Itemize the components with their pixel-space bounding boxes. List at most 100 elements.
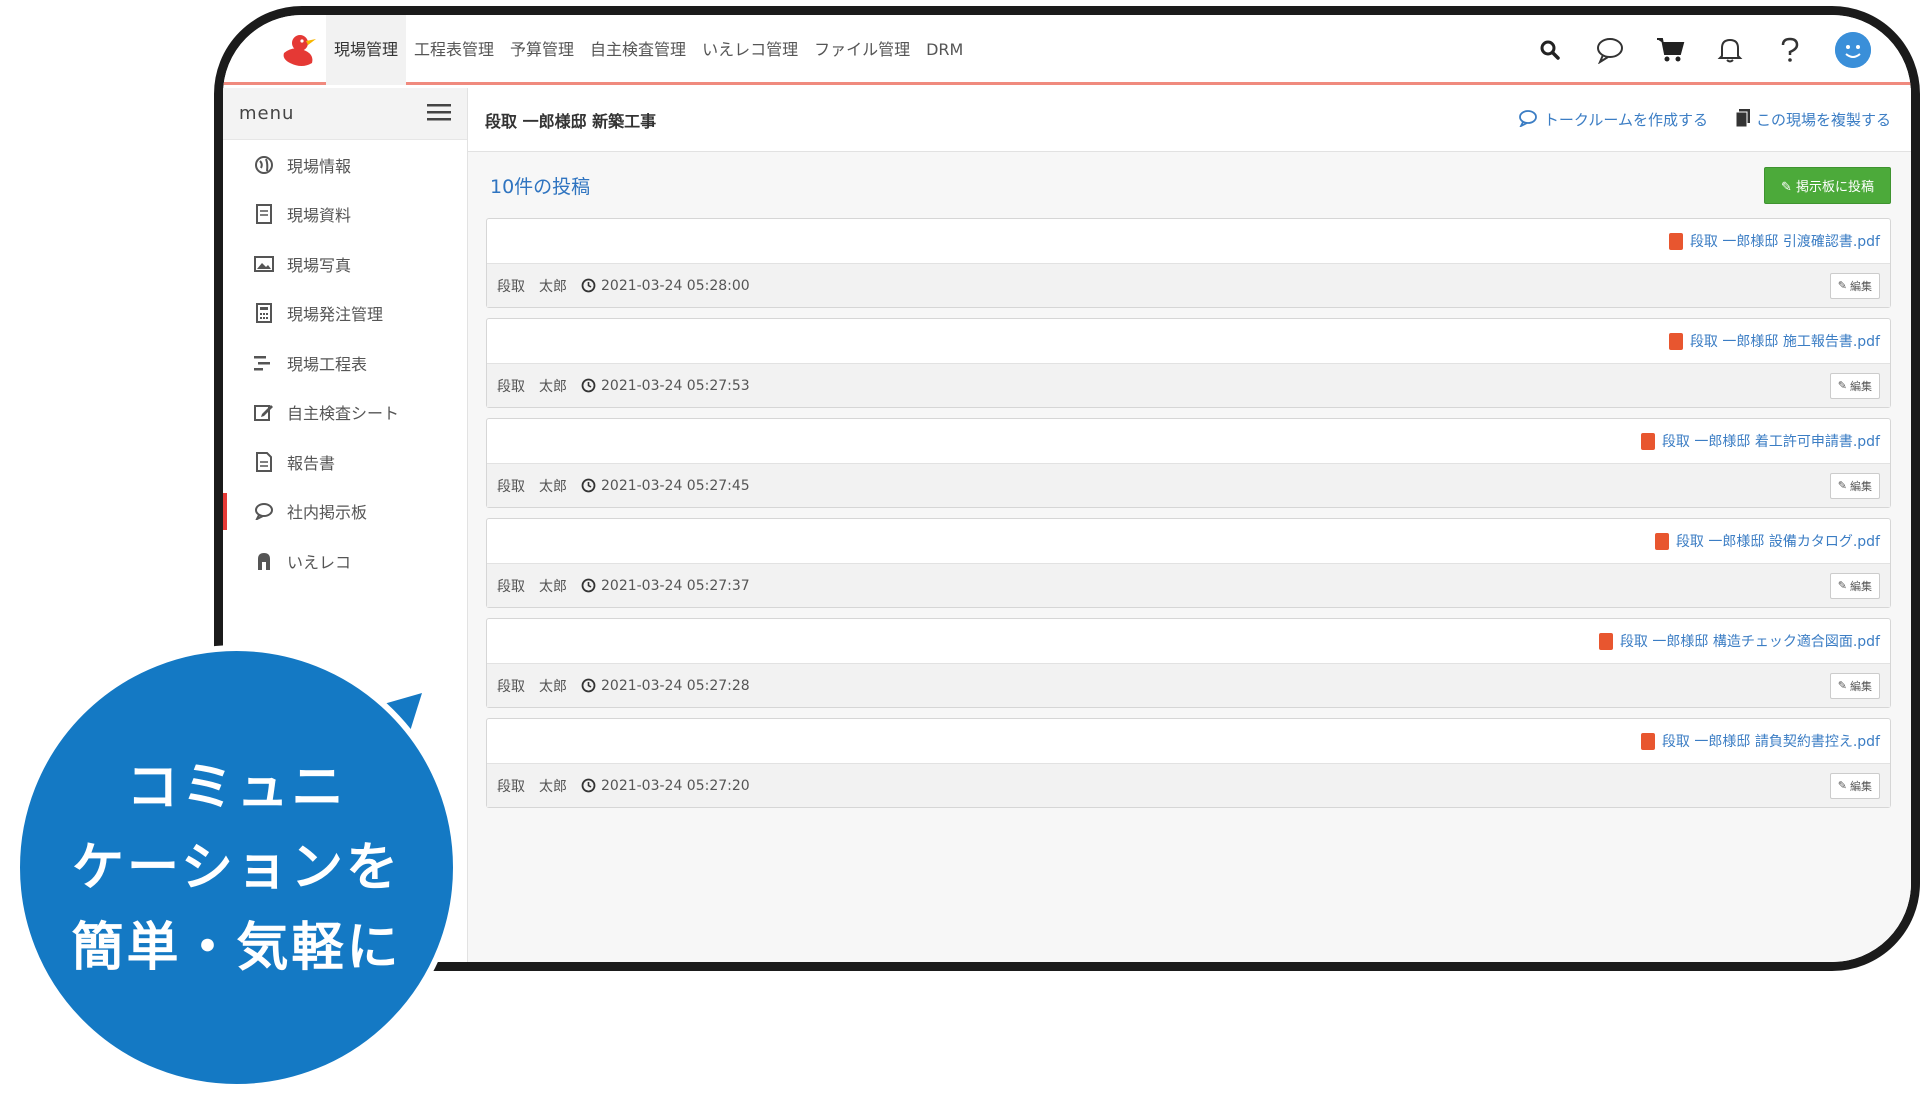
nav-item-schedule[interactable]: 工程表管理 (406, 15, 502, 85)
hamburger-icon[interactable] (427, 103, 451, 125)
attachment-filename: 段取 一郎様邸 施工報告書.pdf (1689, 334, 1880, 350)
nav-item-iereco[interactable]: いえレコ管理 (694, 15, 806, 85)
post-footer: 段取 太郎 2021-03-24 05:27:45 ✎ 編集 (487, 463, 1890, 507)
sidebar-item-board[interactable]: 社内掲示板 (223, 487, 467, 537)
post-author: 段取 太郎 (497, 278, 567, 295)
sidebar-item-label: 自主検査シート (287, 404, 400, 424)
edit-button[interactable]: ✎ 編集 (1829, 672, 1880, 699)
edit-icon: ✎ (1837, 579, 1847, 592)
post-attachments: 段取 一郎様邸 着工許可申請書.pdf (487, 419, 1890, 463)
edit-label: 編集 (1850, 579, 1872, 593)
edit-icon (253, 401, 275, 423)
main-content: 段取 一郎様邸 新築工事 トークルームを作成する この現場を複製する 10件の投… (468, 88, 1911, 962)
sidebar-item-label: いえレコ (287, 552, 352, 572)
edit-button[interactable]: ✎ 編集 (1829, 272, 1880, 299)
sidebar-item-orders[interactable]: 現場発注管理 (223, 289, 467, 339)
nav-item-budget[interactable]: 予算管理 (502, 15, 582, 85)
sidebar-item-label: 社内掲示板 (287, 503, 368, 523)
clock-icon (581, 278, 596, 293)
attachment-link[interactable]: 段取 一郎様邸 請負契約書控え.pdf (1640, 731, 1880, 751)
image-icon (253, 253, 275, 275)
post-timestamp: 2021-03-24 05:27:37 (601, 577, 750, 594)
clock-icon (581, 778, 596, 793)
nav-item-inspection[interactable]: 自主検査管理 (582, 15, 694, 85)
pencil-icon: ✎ (1780, 179, 1796, 195)
edit-button[interactable]: ✎ 編集 (1829, 572, 1880, 599)
attachment-filename: 段取 一郎様邸 設備カタログ.pdf (1675, 534, 1880, 550)
post-footer: 段取 太郎 2021-03-24 05:27:28 ✎ 編集 (487, 663, 1890, 707)
sidebar-item-site-photos[interactable]: 現場写真 (223, 239, 467, 289)
post-to-board-button[interactable]: ✎ 掲示板に投稿 (1763, 166, 1891, 204)
post-footer: 段取 太郎 2021-03-24 05:27:37 ✎ 編集 (487, 563, 1890, 607)
search-icon[interactable] (1535, 35, 1565, 65)
sidebar-item-site-info[interactable]: 現場情報 (223, 140, 467, 190)
sidebar-item-iereco[interactable]: いえレコ (223, 536, 467, 586)
bell-icon[interactable] (1715, 35, 1745, 65)
top-navbar: 現場管理 工程表管理 予算管理 自主検査管理 いえレコ管理 ファイル管理 DRM (223, 15, 1911, 85)
bubble-text-line: コミュニ (126, 757, 347, 818)
create-talk-room-label: トークルームを作成する (1543, 111, 1708, 129)
post-item: 段取 一郎様邸 請負契約書控え.pdf 段取 太郎 2021-03-24 05:… (486, 718, 1891, 808)
sidebar-item-site-docs[interactable]: 現場資料 (223, 190, 467, 240)
attachment-link[interactable]: 段取 一郎様邸 施工報告書.pdf (1668, 331, 1880, 351)
copy-site-link[interactable]: この現場を複製する (1735, 108, 1891, 131)
attachment-link[interactable]: 段取 一郎様邸 構造チェック適合図面.pdf (1598, 631, 1880, 651)
edit-button[interactable]: ✎ 編集 (1829, 472, 1880, 499)
help-icon[interactable] (1775, 35, 1805, 65)
pdf-icon (1598, 632, 1613, 650)
edit-icon: ✎ (1837, 679, 1847, 692)
device-frame: 現場管理 工程表管理 予算管理 自主検査管理 いえレコ管理 ファイル管理 DRM (214, 6, 1920, 971)
attachment-link[interactable]: 段取 一郎様邸 設備カタログ.pdf (1654, 531, 1880, 551)
app-logo[interactable] (278, 31, 320, 69)
sidebar-item-label: 報告書 (287, 453, 336, 473)
post-attachments: 段取 一郎様邸 引渡確認書.pdf (487, 219, 1890, 263)
edit-label: 編集 (1850, 379, 1872, 393)
post-footer: 段取 太郎 2021-03-24 05:27:20 ✎ 編集 (487, 763, 1890, 807)
sidebar-item-label: 現場工程表 (287, 354, 368, 374)
sidebar-item-schedule[interactable]: 現場工程表 (223, 338, 467, 388)
chat-icon[interactable] (1595, 35, 1625, 65)
edit-icon: ✎ (1837, 379, 1847, 392)
edit-label: 編集 (1850, 779, 1872, 793)
sidebar-item-report[interactable]: 報告書 (223, 437, 467, 487)
chat-icon (253, 500, 275, 522)
post-timestamp: 2021-03-24 05:27:45 (601, 477, 750, 494)
pdf-icon (1640, 732, 1655, 750)
create-talk-room-link[interactable]: トークルームを作成する (1518, 109, 1708, 131)
clock-icon (581, 378, 596, 393)
calculator-icon (253, 302, 275, 324)
post-item: 段取 一郎様邸 着工許可申請書.pdf 段取 太郎 2021-03-24 05:… (486, 418, 1891, 508)
sidebar-header: menu (223, 88, 467, 140)
bubble-text-line: 簡単・気軽に (71, 917, 402, 978)
post-attachments: 段取 一郎様邸 請負契約書控え.pdf (487, 719, 1890, 763)
nav-item-files[interactable]: ファイル管理 (806, 15, 918, 85)
post-meta: 段取 太郎 2021-03-24 05:27:53 (497, 376, 750, 396)
attachment-filename: 段取 一郎様邸 引渡確認書.pdf (1689, 234, 1880, 250)
clock-icon (581, 478, 596, 493)
cart-icon[interactable] (1655, 35, 1685, 65)
post-attachments: 段取 一郎様邸 構造チェック適合図面.pdf (487, 619, 1890, 663)
house-icon (253, 550, 275, 572)
attachment-link[interactable]: 段取 一郎様邸 着工許可申請書.pdf (1640, 431, 1880, 451)
sidebar-item-inspection[interactable]: 自主検査シート (223, 388, 467, 438)
post-meta: 段取 太郎 2021-03-24 05:27:20 (497, 776, 750, 796)
main-nav: 現場管理 工程表管理 予算管理 自主検査管理 いえレコ管理 ファイル管理 DRM (326, 15, 971, 85)
app-screen: 現場管理 工程表管理 予算管理 自主検査管理 いえレコ管理 ファイル管理 DRM (223, 15, 1911, 962)
post-author: 段取 太郎 (497, 678, 567, 695)
post-count: 10件の投稿 (490, 175, 591, 198)
nav-item-site[interactable]: 現場管理 (326, 15, 407, 85)
bubble-circle: コミュニ ケーションを 簡単・気軽に (14, 645, 459, 1090)
page-title: 段取 一郎様邸 新築工事 (485, 111, 657, 131)
post-item: 段取 一郎様邸 施工報告書.pdf 段取 太郎 2021-03-24 05:27… (486, 318, 1891, 408)
edit-button[interactable]: ✎ 編集 (1829, 772, 1880, 799)
sidebar-item-label: 現場写真 (287, 255, 352, 275)
edit-button[interactable]: ✎ 編集 (1829, 372, 1880, 399)
post-item: 段取 一郎様邸 設備カタログ.pdf 段取 太郎 2021-03-24 05:2… (486, 518, 1891, 608)
avatar[interactable] (1835, 32, 1871, 68)
post-footer: 段取 太郎 2021-03-24 05:27:53 ✎ 編集 (487, 363, 1890, 407)
post-author: 段取 太郎 (497, 378, 567, 395)
attachment-link[interactable]: 段取 一郎様邸 引渡確認書.pdf (1668, 231, 1880, 251)
copy-icon (1735, 108, 1750, 131)
nav-item-drm[interactable]: DRM (918, 15, 971, 85)
post-attachments: 段取 一郎様邸 設備カタログ.pdf (487, 519, 1890, 563)
